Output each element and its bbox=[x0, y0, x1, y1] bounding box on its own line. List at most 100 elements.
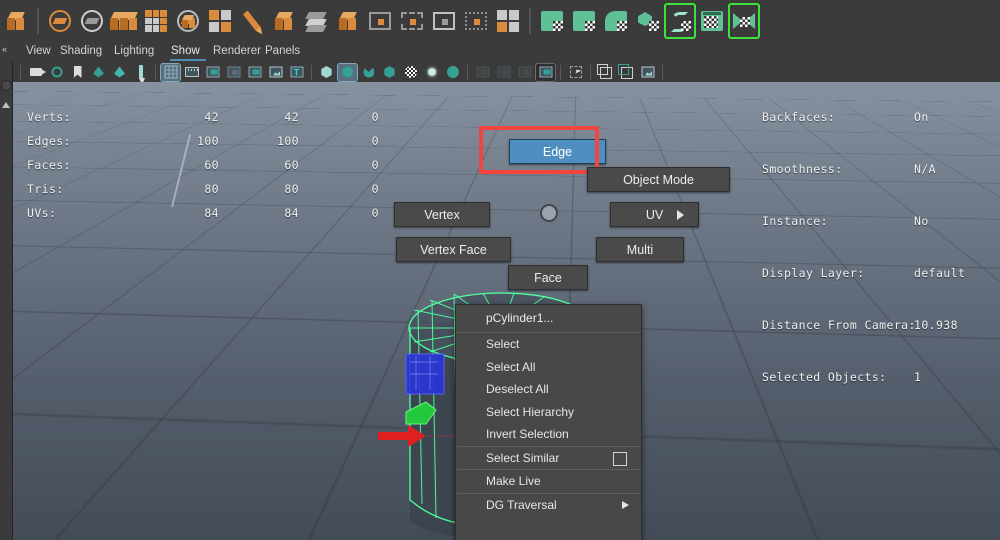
wireframe-icon[interactable] bbox=[317, 64, 336, 81]
isolate-select-icon[interactable] bbox=[566, 64, 585, 81]
connect-icon[interactable] bbox=[397, 4, 427, 38]
marking-menu-uv-label: UV bbox=[646, 208, 663, 222]
checkbox-icon[interactable] bbox=[613, 452, 627, 466]
vp-separator-5 bbox=[590, 65, 591, 80]
ctx-invert-selection-label: Invert Selection bbox=[486, 427, 569, 441]
menu-shading[interactable]: Shading bbox=[60, 45, 102, 57]
smooth-shade-icon[interactable] bbox=[338, 64, 357, 81]
snapshot-icon[interactable] bbox=[638, 64, 657, 81]
xray-joints-icon[interactable] bbox=[266, 64, 285, 81]
marking-menu-uv[interactable]: UV bbox=[610, 202, 699, 227]
uv-planar-icon[interactable] bbox=[537, 4, 567, 38]
marking-menu-multi[interactable]: Multi bbox=[596, 237, 684, 262]
ctx-select-hierarchy[interactable]: Select Hierarchy bbox=[456, 401, 641, 424]
uv-unfold-icon[interactable] bbox=[665, 4, 695, 38]
image-plane-icon[interactable] bbox=[89, 64, 108, 81]
use-default-material-icon[interactable] bbox=[380, 64, 399, 81]
poly-count-hud: Verts:42420 Edges:1001000 Faces:60600 Tr… bbox=[27, 82, 379, 258]
ctx-dg-traversal-label: DG Traversal bbox=[486, 498, 557, 512]
multi-cut-icon[interactable] bbox=[301, 4, 331, 38]
menu-show[interactable]: Show bbox=[171, 45, 200, 57]
viewport-renderer-icon[interactable] bbox=[536, 64, 555, 81]
sculpt-tool-icon[interactable] bbox=[237, 4, 267, 38]
rail-triangle-icon[interactable] bbox=[2, 102, 10, 108]
hud-row: Edges:1001000 bbox=[27, 134, 379, 158]
hud-row: Faces:60600 bbox=[27, 158, 379, 182]
marking-menu-vertex-face[interactable]: Vertex Face bbox=[396, 237, 511, 262]
gate-mask-icon[interactable] bbox=[224, 64, 243, 81]
motion-blur-icon[interactable] bbox=[473, 64, 492, 81]
combine-icon[interactable] bbox=[45, 4, 75, 38]
grease-pencil-icon[interactable] bbox=[131, 64, 150, 81]
uv-cylindrical-icon[interactable] bbox=[569, 4, 599, 38]
uv-cut-icon[interactable] bbox=[729, 4, 759, 38]
film-gate-icon[interactable] bbox=[182, 64, 201, 81]
context-menu-title: pCylinder1... bbox=[456, 305, 641, 332]
shaded-textured-icon[interactable] bbox=[359, 64, 378, 81]
marking-menu-object-mode[interactable]: Object Mode bbox=[587, 167, 730, 192]
transfer-attributes-icon[interactable] bbox=[461, 4, 491, 38]
two-d-pan-zoom-icon[interactable] bbox=[110, 64, 129, 81]
ctx-dg-traversal[interactable]: DG Traversal bbox=[456, 494, 641, 517]
hud-row: Selected Objects:1 bbox=[762, 370, 994, 384]
resolution-gate-icon[interactable] bbox=[203, 64, 222, 81]
multisample-icon[interactable] bbox=[494, 64, 513, 81]
menu-lighting[interactable]: Lighting bbox=[114, 45, 154, 57]
ctx-select-similar-label: Select Similar bbox=[486, 451, 559, 465]
ctx-select-similar[interactable]: Select Similar bbox=[456, 447, 641, 470]
polygon-shelf bbox=[0, 0, 1000, 43]
rail-knob[interactable] bbox=[1, 80, 12, 91]
texture-icon[interactable]: T bbox=[287, 64, 306, 81]
smooth-icon[interactable] bbox=[141, 4, 171, 38]
camera-attributes-icon[interactable] bbox=[47, 64, 66, 81]
menu-renderer[interactable]: Renderer bbox=[213, 45, 261, 57]
marking-menu-vertex-face-label: Vertex Face bbox=[420, 243, 487, 257]
separate-icon[interactable] bbox=[77, 4, 107, 38]
screen-space-ao-icon[interactable] bbox=[443, 64, 462, 81]
extrude-quad-icon[interactable] bbox=[205, 4, 235, 38]
vp-separator-4 bbox=[560, 65, 561, 80]
boolean-icon[interactable] bbox=[173, 4, 203, 38]
panel-copy-icon[interactable] bbox=[596, 64, 615, 81]
hud-row: Display Layer:default bbox=[762, 266, 994, 280]
crease-icon[interactable] bbox=[429, 4, 459, 38]
ctx-select-all[interactable]: Select All bbox=[456, 356, 641, 379]
grid-display-icon[interactable] bbox=[161, 64, 180, 81]
marking-menu-vertex[interactable]: Vertex bbox=[394, 202, 490, 227]
chevron-right-icon bbox=[622, 501, 629, 509]
ctx-deselect-all[interactable]: Deselect All bbox=[456, 378, 641, 401]
depth-peel-icon[interactable] bbox=[515, 64, 534, 81]
xray-icon[interactable] bbox=[245, 64, 264, 81]
ctx-invert-selection[interactable]: Invert Selection bbox=[456, 423, 641, 446]
chevron-right-icon bbox=[677, 210, 684, 220]
bookmark-icon[interactable] bbox=[68, 64, 87, 81]
shelf-separator-1 bbox=[37, 8, 39, 34]
annotation-highlight-box bbox=[479, 126, 599, 174]
object-context-menu[interactable]: pCylinder1... Select Select All Deselect… bbox=[455, 304, 642, 540]
polygon-cylinder-icon[interactable] bbox=[1, 4, 31, 38]
lights-icon[interactable] bbox=[422, 64, 441, 81]
menu-panels[interactable]: Panels bbox=[265, 45, 300, 57]
hud-row: Smoothness:N/A bbox=[762, 162, 994, 176]
ctx-clipped-item[interactable] bbox=[456, 516, 641, 526]
marking-menu-face[interactable]: Face bbox=[508, 265, 588, 290]
panel-tear-icon[interactable] bbox=[617, 64, 636, 81]
collapse-chevron-icon[interactable]: « bbox=[2, 44, 7, 54]
viewport-toolbar: T bbox=[0, 62, 1000, 83]
select-camera-icon[interactable] bbox=[26, 64, 45, 81]
uv-automatic-icon[interactable] bbox=[633, 4, 663, 38]
target-weld-icon[interactable] bbox=[365, 4, 395, 38]
shadows-icon[interactable] bbox=[401, 64, 420, 81]
append-polygon-icon[interactable] bbox=[333, 4, 363, 38]
ctx-make-live[interactable]: Make Live bbox=[456, 470, 641, 493]
quad-draw-icon[interactable] bbox=[493, 4, 523, 38]
mirror-geometry-icon[interactable] bbox=[109, 4, 139, 38]
ctx-deselect-all-label: Deselect All bbox=[486, 382, 549, 396]
menu-view[interactable]: View bbox=[26, 45, 51, 57]
marking-menu-multi-label: Multi bbox=[627, 243, 653, 257]
ctx-select[interactable]: Select bbox=[456, 333, 641, 356]
uv-editor-icon[interactable] bbox=[697, 4, 727, 38]
uv-spherical-icon[interactable] bbox=[601, 4, 631, 38]
bevel-icon[interactable] bbox=[269, 4, 299, 38]
marking-menu-hub bbox=[540, 204, 558, 222]
